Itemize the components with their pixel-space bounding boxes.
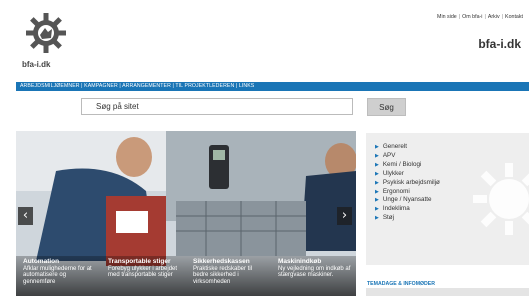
topic-label: Generelt	[382, 143, 408, 150]
topic-item[interactable]: ▶ APV	[375, 152, 440, 161]
topic-item[interactable]: ▶ Kemi / Biologi	[375, 161, 440, 170]
top-links: Min side | Om bfa-i | Arkiv | Kontakt	[437, 14, 523, 20]
slider-prev-button[interactable]: ‹	[18, 207, 33, 225]
bfa-logo-icon[interactable]	[24, 11, 68, 55]
hero-slider: ‹ › Automation Afklar mulighederne for a…	[16, 131, 356, 296]
bullet-icon: ▶	[375, 206, 379, 213]
topic-item[interactable]: ▶ Unge / Nyansatte	[375, 196, 440, 205]
main-nav[interactable]: ARBEJDSMILJØEMNER | KAMPAGNER | ARRANGEM…	[16, 82, 529, 91]
topic-label: Indeklima	[382, 205, 410, 213]
slide-caption-sikkerhedskassen[interactable]: Sikkerhedskassen Praktiske redskaber til…	[186, 256, 271, 296]
slide-caption-text: Praktiske redskaber til bedre sikkerhed …	[193, 265, 253, 286]
topic-item[interactable]: ▶ Støj	[375, 214, 440, 223]
topic-label: Ergonomi	[382, 187, 410, 195]
topic-label: Unge / Nyansatte	[382, 196, 432, 204]
topic-item[interactable]: ▶ Ergonomi	[375, 188, 440, 197]
topic-label: APV	[382, 151, 396, 159]
search-button[interactable]: Søg	[367, 98, 406, 116]
topic-label: Kemi / Biologi	[382, 160, 422, 168]
slide-caption-text: Afklar mulighederne for at automatisere …	[23, 265, 92, 286]
slide-caption-text: Forebyg ulykker i arbejdet med transport…	[108, 265, 178, 279]
bullet-icon: ▶	[375, 144, 379, 150]
slider-next-button[interactable]: ›	[337, 207, 352, 225]
sun-watermark-icon	[473, 163, 529, 235]
bullet-icon: ▶	[375, 188, 379, 195]
topic-label: Støj	[382, 214, 395, 222]
slide-caption-title: Automation	[23, 258, 60, 265]
bullet-icon: ▶	[375, 152, 379, 159]
search-input[interactable]	[81, 98, 353, 115]
bullet-icon: ▶	[375, 170, 379, 177]
bullet-icon: ▶	[375, 197, 379, 204]
temadage-box	[366, 288, 529, 296]
slide-caption-title: Transportable stiger	[108, 258, 171, 265]
topic-sidebar: ▶ Generelt ▶ APV ▶ Kemi / Biologi ▶ Ulykker …	[366, 133, 529, 265]
topic-item[interactable]: ▶ Psykisk arbejdsmiljø	[375, 179, 440, 188]
top-link-kontakt[interactable]: Kontakt	[505, 14, 523, 20]
section-title-temadage: TEMADAGE & INFOMØDER	[367, 281, 436, 287]
slider-captions: Automation Afklar mulighederne for at au…	[16, 256, 356, 296]
bullet-icon: ▶	[375, 161, 379, 168]
topic-item[interactable]: ▶ Indeklima	[375, 205, 440, 214]
slide-caption-title: Maskinindkøb	[278, 258, 322, 265]
slide-caption-automation[interactable]: Automation Afklar mulighederne for at au…	[16, 256, 101, 296]
logo-text: bfa-i.dk	[22, 60, 51, 69]
slide-caption-text: Ny vejledning om indkøb af stærgvase mas…	[278, 265, 351, 279]
top-link-min-side[interactable]: Min side	[437, 14, 457, 20]
bullet-icon: ▶	[375, 179, 379, 186]
topic-item[interactable]: ▶ Ulykker	[375, 170, 440, 179]
topic-label: Psykisk arbejdsmiljø	[382, 178, 440, 186]
site-brand: bfa-i.dk	[478, 37, 521, 51]
topic-item[interactable]: ▶ Generelt	[375, 143, 440, 152]
bullet-icon: ▶	[375, 215, 379, 222]
slide-caption-title: Sikkerhedskassen	[193, 258, 250, 265]
topic-list: ▶ Generelt ▶ APV ▶ Kemi / Biologi ▶ Ulykker …	[375, 143, 440, 223]
topic-label: Ulykker	[382, 169, 404, 177]
search-row: Søg	[0, 93, 529, 121]
slide-caption-maskinindkob[interactable]: Maskinindkøb Ny vejledning om indkøb af …	[271, 256, 356, 296]
top-link-arkiv[interactable]: Arkiv	[488, 14, 500, 20]
slide-caption-stiger[interactable]: Transportable stiger Forebyg ulykker i a…	[101, 256, 186, 296]
top-link-om[interactable]: Om bfa-i	[462, 14, 482, 20]
